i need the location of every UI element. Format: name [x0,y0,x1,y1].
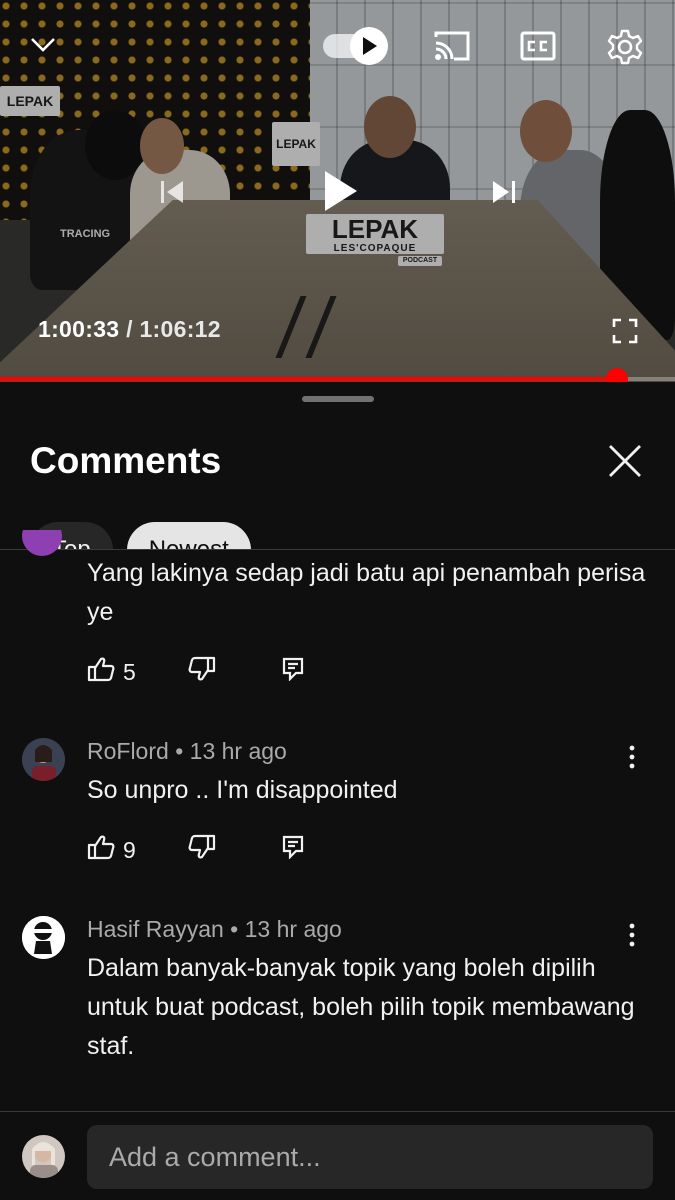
previous-button[interactable] [152,172,192,212]
dislike-button[interactable] [188,656,216,688]
chip-newest[interactable]: Newest [126,522,251,550]
comment-text: Dalam banyak-banyak topik yang boleh dip… [87,954,635,1060]
thumb-down-icon [188,656,216,688]
comment-menu-button[interactable] [620,744,644,774]
minimize-button[interactable] [26,30,60,60]
sort-chips: Top Newest [30,522,251,550]
header-divider [0,549,675,550]
like-button[interactable]: 9 [87,834,136,866]
time-separator: / [119,316,140,342]
avatar[interactable] [22,916,65,959]
fullscreen-icon [612,318,638,344]
reply-icon [282,657,304,687]
user-avatar [22,1135,65,1178]
like-count: 5 [123,658,136,685]
reply-icon [282,835,304,865]
thumb-down-icon [188,834,216,866]
progress-fill [0,377,617,381]
settings-button[interactable] [604,26,646,68]
autoplay-toggle-icon [321,26,389,66]
drag-handle[interactable] [302,396,374,402]
next-button[interactable] [484,172,524,212]
cast-button[interactable] [430,28,474,64]
reply-button[interactable] [282,835,304,865]
time-display: 1:00:33 / 1:06:12 [38,316,221,343]
comment-menu-button[interactable] [620,922,644,952]
video-player[interactable]: LEPAK LEPAK LEPAK LES'COPAQUE PODCAST TR… [0,0,675,382]
thumb-up-icon [87,656,115,688]
cast-icon [432,29,472,63]
chevron-down-icon [30,37,56,53]
avatar[interactable] [22,530,62,560]
panel-title: Comments [30,440,222,481]
comment-author[interactable]: RoFlord [87,738,169,764]
comment-actions: 9 [87,834,304,866]
captions-icon [520,31,556,61]
add-comment-input[interactable] [87,1125,653,1189]
like-button[interactable]: 5 [87,656,136,688]
comment-author[interactable]: Hasif Rayyan [87,916,224,942]
previous-icon [158,179,186,205]
duration: 1:06:12 [139,316,221,342]
close-icon [600,445,650,490]
reply-button[interactable] [282,657,304,687]
current-time: 1:00:33 [38,316,120,342]
fullscreen-button[interactable] [608,314,642,348]
comments-panel: Comments Top Newest Yang lakinya sedap j… [0,382,675,1200]
captions-button[interactable] [518,28,558,64]
comment-text: Yang lakinya sedap jadi batu api penamba… [87,559,646,626]
close-button[interactable] [600,436,650,486]
dislike-button[interactable] [188,834,216,866]
play-button[interactable] [314,164,368,218]
meta-dot: • [175,738,184,764]
progress-bar[interactable] [0,368,675,390]
comment-actions: 5 [87,656,304,688]
comment-time: 13 hr ago [189,738,287,764]
play-icon [323,169,359,213]
comment-time: 13 hr ago [244,916,342,942]
comment-meta: RoFlord • 13 hr ago [87,738,287,765]
next-icon [490,179,518,205]
composer-divider [0,1111,675,1112]
comment-meta: Hasif Rayyan • 13 hr ago [87,916,342,943]
like-count: 9 [123,836,136,863]
comment-text: So unpro .. I'm disappointed [87,776,398,804]
meta-dot: • [230,916,239,942]
thumb-up-icon [87,834,115,866]
gear-icon [606,28,644,66]
autoplay-toggle[interactable] [320,26,390,66]
avatar[interactable] [22,738,65,781]
